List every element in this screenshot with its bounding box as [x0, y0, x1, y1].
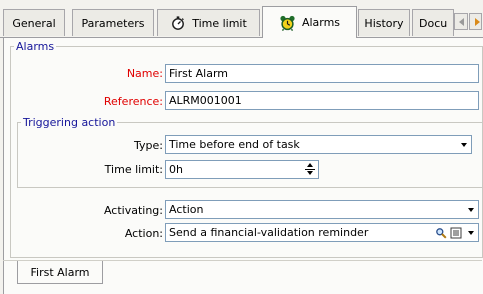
- name-field[interactable]: First Alarm: [165, 64, 479, 83]
- type-label: Type:: [134, 139, 163, 152]
- tab-label: History: [364, 16, 404, 30]
- time-limit-field[interactable]: 0h: [165, 160, 319, 179]
- time-limit-label: Time limit:: [104, 163, 163, 176]
- bottom-tab-label: First Alarm: [30, 265, 90, 279]
- spin-arrows-icon[interactable]: [305, 162, 315, 177]
- tab-label: Parameters: [81, 16, 145, 30]
- alarms-group-legend: Alarms: [16, 40, 55, 53]
- reference-field[interactable]: ALRM001001: [165, 91, 479, 110]
- tab-label: Alarms: [301, 16, 341, 29]
- action-field[interactable]: Send a financial-validation reminder: [165, 223, 479, 242]
- action-value: Send a financial-validation reminder: [169, 226, 369, 239]
- tab-documents[interactable]: Docu: [412, 9, 454, 36]
- tab-scroll-buttons: [454, 13, 483, 30]
- alarm-clock-icon: [279, 15, 296, 31]
- tab-scroll-right-icon[interactable]: [468, 13, 482, 30]
- tab-label: Time limit: [192, 16, 247, 30]
- tab-label: Docu: [419, 16, 448, 30]
- reference-label: Reference:: [103, 95, 163, 108]
- type-select-value: Time before end of task: [169, 138, 300, 151]
- tab-strip: General Parameters Time limit Alarms His…: [0, 0, 483, 38]
- activating-select-value: Action: [169, 203, 204, 216]
- chevron-down-icon[interactable]: [464, 224, 478, 241]
- tab-alarms[interactable]: Alarms: [262, 6, 357, 38]
- bottom-tab-first-alarm[interactable]: First Alarm: [17, 261, 103, 284]
- stopwatch-icon: [170, 15, 186, 31]
- activating-select[interactable]: Action: [165, 200, 479, 219]
- action-label: Action:: [124, 227, 163, 240]
- tab-time-limit[interactable]: Time limit: [157, 9, 260, 36]
- tab-history[interactable]: History: [358, 9, 410, 36]
- chevron-down-icon[interactable]: [464, 201, 478, 218]
- name-label: Name:: [126, 67, 163, 80]
- tab-general[interactable]: General: [3, 9, 65, 36]
- magnifier-icon[interactable]: [434, 225, 447, 240]
- tab-scroll-left-icon[interactable]: [454, 13, 468, 30]
- triggering-action-legend: Triggering action: [23, 116, 116, 129]
- tab-label: General: [12, 16, 56, 30]
- chevron-down-icon[interactable]: [457, 136, 471, 153]
- type-select[interactable]: Time before end of task: [165, 135, 472, 154]
- tab-parameters[interactable]: Parameters: [72, 9, 154, 36]
- time-limit-value: 0h: [169, 163, 183, 176]
- activating-label: Activating:: [103, 204, 163, 217]
- details-form-icon[interactable]: [449, 225, 462, 240]
